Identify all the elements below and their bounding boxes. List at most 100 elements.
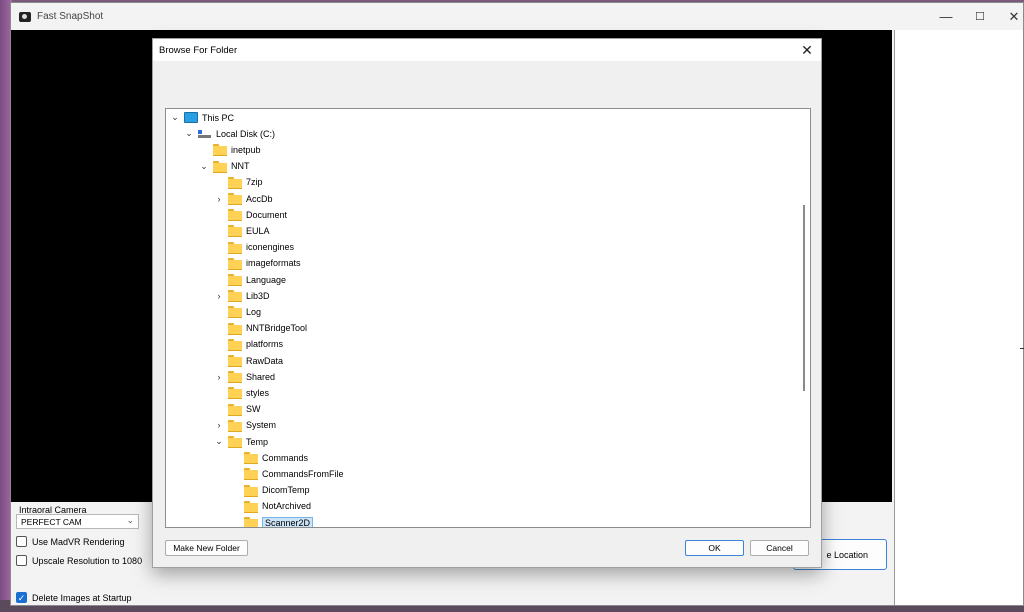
cancel-button[interactable]: Cancel (750, 540, 809, 556)
tree-item[interactable]: › Shared (214, 369, 275, 384)
tree-item[interactable]: ⌄ This PC (170, 110, 234, 125)
folder-icon (228, 241, 242, 254)
folder-icon (228, 387, 242, 400)
folder-icon (228, 355, 242, 367)
tree-item[interactable]: iconengines (214, 240, 294, 255)
tree-item-label: NNTBridgeTool (246, 323, 308, 334)
upscale-checkbox[interactable]: Upscale Resolution to 1080 (16, 555, 142, 566)
drive-icon (198, 129, 212, 139)
title-bar[interactable]: Fast SnapShot — ☐ ✕ (11, 3, 1023, 30)
tree-item[interactable]: Language (214, 272, 286, 287)
tree-item[interactable]: › AccDb (214, 191, 273, 206)
use-madvr-label: Use MadVR Rendering (32, 536, 125, 547)
ok-button[interactable]: OK (685, 540, 744, 556)
delete-images-checkbox[interactable]: ✓ Delete Images at Startup (16, 592, 132, 603)
dialog-title: Browse For Folder (159, 44, 238, 56)
dialog-close-button[interactable]: ✕ (797, 41, 817, 59)
close-button[interactable]: ✕ (997, 3, 1024, 30)
delete-images-label: Delete Images at Startup (32, 592, 132, 603)
tree-item[interactable]: ⌄ Temp (214, 434, 268, 449)
checkbox-icon (16, 536, 27, 547)
tree-item-label: Temp (246, 436, 269, 447)
dialog-title-bar[interactable]: Browse For Folder ✕ (153, 39, 821, 61)
tree-item-label: This PC (202, 112, 235, 123)
tree-item-label: CommandsFromFile (262, 468, 344, 479)
tree-item[interactable]: inetpub (199, 142, 261, 157)
tree-item[interactable]: Scanner2D (230, 515, 314, 527)
tree-item-label: inetpub (231, 144, 261, 155)
tree-item[interactable]: CommandsFromFile (230, 466, 344, 481)
window-title: Fast SnapShot (37, 11, 104, 22)
tree-item[interactable]: DicomTemp (230, 483, 310, 498)
folder-icon (228, 306, 242, 319)
tree-item[interactable]: › Lib3D (214, 288, 270, 303)
tree-item[interactable]: 7zip (214, 175, 263, 190)
folder-icon (213, 160, 227, 173)
tree-item-label: iconengines (246, 242, 295, 253)
chevron-right-icon[interactable]: › (214, 420, 224, 430)
folder-icon (228, 403, 242, 416)
browse-folder-dialog: Browse For Folder ✕ ⌄ This PC ⌄ Local Disk … (152, 38, 822, 568)
tree-item-label: Shared (246, 371, 276, 382)
maximize-button[interactable]: ☐ (963, 3, 997, 30)
camera-select-value: PERFECT CAM (21, 517, 82, 527)
folder-icon (228, 419, 242, 432)
chevron-right-icon[interactable]: › (214, 194, 224, 204)
chevron-right-icon[interactable]: › (214, 372, 224, 382)
tree-scrollbar[interactable] (797, 109, 810, 527)
chevron-down-icon[interactable]: ⌄ (184, 128, 194, 139)
tree-item[interactable]: platforms (214, 337, 283, 352)
chevron-down-icon[interactable]: ⌄ (170, 112, 180, 123)
computer-icon (184, 112, 198, 123)
tree-item[interactable]: NNTBridgeTool (214, 321, 307, 336)
tree-item-label: Language (246, 274, 287, 285)
folder-icon (228, 436, 242, 448)
tree-item-label: platforms (246, 339, 284, 350)
tree-item[interactable]: Commands (230, 450, 308, 465)
minimize-button[interactable]: — (929, 3, 963, 30)
camera-select[interactable]: PERFECT CAM ⌄ (16, 514, 139, 529)
tree-item[interactable]: ⌄ Local Disk (C:) (184, 126, 275, 141)
folder-icon (213, 144, 227, 157)
folder-icon (228, 290, 242, 303)
tree-item[interactable]: › System (214, 418, 276, 433)
tree-item-label: Scanner2D (262, 516, 314, 527)
tree-item[interactable]: Document (214, 207, 287, 222)
tree-item-label: Local Disk (C:) (216, 128, 276, 139)
tree-item-label: Document (246, 209, 288, 220)
tree-item-label: NNT (231, 161, 250, 172)
tree-item-label: SW (246, 404, 261, 415)
tree-item[interactable]: imageformats (214, 256, 301, 271)
folder-icon (228, 274, 242, 286)
upscale-label: Upscale Resolution to 1080 (32, 555, 143, 566)
folder-icon (228, 176, 242, 189)
tree-item[interactable]: NotArchived (230, 499, 311, 514)
tree-item[interactable]: EULA (214, 223, 270, 238)
tree-item-label: imageformats (246, 258, 301, 269)
tree-item[interactable]: styles (214, 385, 269, 400)
folder-icon (244, 484, 258, 497)
tree-item-label: 7zip (246, 177, 263, 188)
tree-item[interactable]: SW (214, 402, 261, 417)
tree-item-label: Commands (262, 452, 309, 463)
make-new-folder-button[interactable]: Make New Folder (165, 540, 248, 556)
camera-icon (19, 11, 31, 22)
chevron-down-icon[interactable]: ⌄ (199, 161, 209, 172)
chevron-right-icon[interactable]: › (214, 291, 224, 301)
folder-icon (228, 209, 242, 222)
folder-tree[interactable]: ⌄ This PC ⌄ Local Disk (C:) inetpub ⌄ NNT 7zip ›… (165, 108, 811, 528)
tree-item-label: RawData (246, 355, 284, 366)
tree-item-label: DicomTemp (262, 485, 310, 496)
tree-item-label: EULA (246, 225, 270, 236)
panel-divider (1020, 348, 1024, 349)
checkbox-icon (16, 555, 27, 566)
folder-icon (228, 257, 242, 270)
use-madvr-checkbox[interactable]: Use MadVR Rendering (16, 536, 125, 547)
tree-item[interactable]: Log (214, 304, 261, 319)
tree-item[interactable]: ⌄ NNT (199, 159, 250, 174)
tree-item[interactable]: RawData (214, 353, 283, 368)
tree-item-label: NotArchived (262, 501, 312, 512)
scrollbar-thumb[interactable] (803, 205, 805, 391)
folder-icon (244, 517, 258, 527)
chevron-down-icon[interactable]: ⌄ (214, 436, 224, 447)
